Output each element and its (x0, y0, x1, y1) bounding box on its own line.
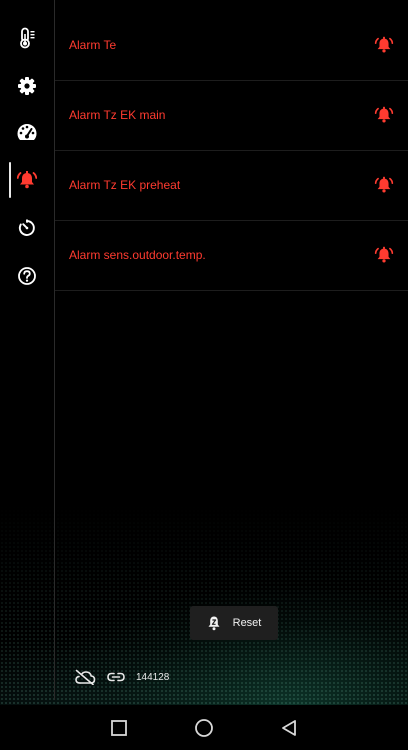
sidebar-item-temperature[interactable] (0, 20, 54, 56)
recent-apps-icon[interactable] (110, 719, 128, 737)
sidebar-item-timer[interactable] (0, 210, 54, 246)
cloud-off-icon (75, 669, 96, 685)
timer-icon (18, 219, 35, 236)
alarm-label: Alarm Tz EK preheat (69, 178, 181, 192)
gauge-icon (17, 124, 37, 140)
bell-clear-icon (208, 616, 220, 631)
link-icon (107, 672, 125, 682)
thermometer-icon (20, 27, 35, 49)
sidebar (0, 0, 55, 700)
connection-status: 144128 (74, 667, 169, 687)
alarm-label: Alarm sens.outdoor.temp. (69, 248, 206, 262)
gear-icon (18, 77, 36, 95)
alarm-bell-icon (374, 176, 394, 193)
device-id: 144128 (136, 671, 170, 683)
alarm-bell-icon (374, 246, 394, 263)
sidebar-item-help[interactable] (0, 258, 54, 294)
android-navigation-bar (0, 705, 408, 750)
reset-button[interactable]: Reset (190, 606, 278, 640)
sidebar-item-dashboard[interactable] (0, 114, 54, 150)
home-icon[interactable] (194, 718, 214, 738)
alarm-row[interactable]: Alarm Tz EK preheat (55, 150, 408, 221)
back-icon[interactable] (280, 719, 298, 737)
alarm-label: Alarm Tz EK main (69, 108, 166, 122)
reset-label: Reset (232, 617, 262, 629)
help-icon (18, 267, 36, 285)
sidebar-item-alarms[interactable] (0, 162, 54, 198)
app-screen: Alarm Te Alarm Tz EK main Alarm Tz EK pr… (0, 0, 408, 705)
alarm-label: Alarm Te (69, 38, 117, 52)
alarm-row[interactable]: Alarm Te (55, 10, 408, 81)
alarm-bell-icon (374, 106, 394, 123)
alarm-bell-icon (16, 171, 38, 189)
alarm-row[interactable]: Alarm sens.outdoor.temp. (55, 220, 408, 291)
sidebar-item-settings[interactable] (0, 68, 54, 104)
alarm-row[interactable]: Alarm Tz EK main (55, 80, 408, 151)
alarm-bell-icon (374, 36, 394, 53)
background-dot-pattern (0, 505, 408, 705)
